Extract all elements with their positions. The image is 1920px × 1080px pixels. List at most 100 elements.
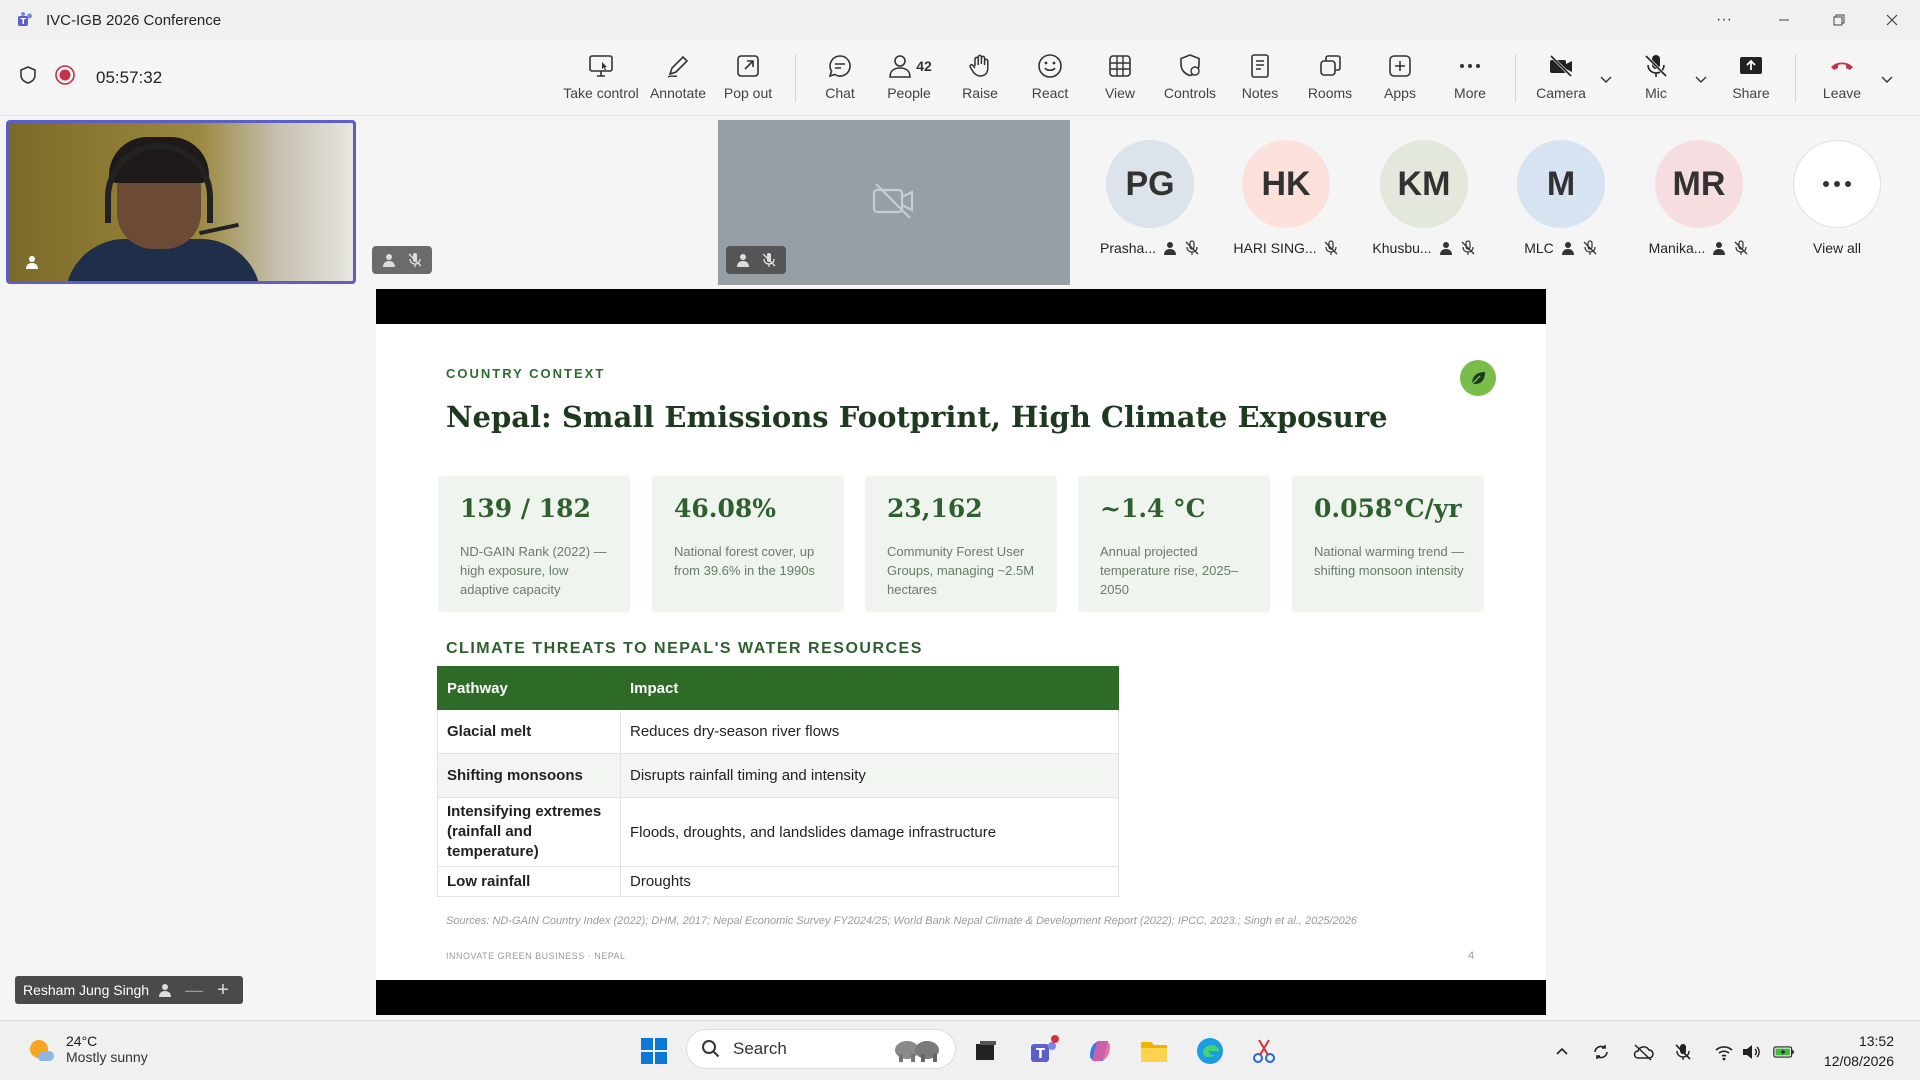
- participant-name: Prasha...: [1099, 240, 1157, 256]
- people-status-icon: [1713, 242, 1726, 255]
- teams-taskbar-icon[interactable]: T: [1026, 1033, 1062, 1069]
- table-row: Low rainfall Droughts: [437, 866, 1119, 897]
- volume-icon[interactable]: [1740, 1041, 1762, 1063]
- people-button[interactable]: 42 People: [874, 52, 944, 108]
- window-title: IVC-IGB 2026 Conference: [46, 11, 222, 29]
- take-control-button[interactable]: Take control: [563, 52, 639, 108]
- weather-condition: Mostly sunny: [66, 1049, 148, 1065]
- view-button[interactable]: View: [1085, 52, 1155, 108]
- chat-button[interactable]: Chat: [805, 52, 875, 108]
- mic-muted-icon: [408, 253, 422, 267]
- zoom-in-icon[interactable]: +: [217, 979, 229, 1002]
- people-status-icon: [737, 254, 749, 267]
- participant-tile[interactable]: MR Manika...: [1631, 140, 1767, 270]
- mic-options-chevron-icon[interactable]: [1692, 70, 1710, 88]
- video-tile-camera-off[interactable]: [718, 120, 1070, 285]
- stat-card: 23,162 Community Forest User Groups, man…: [865, 476, 1057, 612]
- meeting-toolbar: 05:57:32 Take control Annotate Pop out C…: [0, 40, 1920, 116]
- minimize-button[interactable]: [1756, 0, 1812, 40]
- people-status-icon: [159, 984, 172, 997]
- slide-page-number: 4: [1468, 950, 1475, 962]
- rooms-button[interactable]: Rooms: [1295, 52, 1365, 108]
- video-tile-self[interactable]: [6, 120, 356, 284]
- title-bar: T IVC-IGB 2026 Conference ···: [0, 0, 1920, 40]
- participant-tile[interactable]: PG Prasha...: [1082, 140, 1218, 270]
- participant-tile[interactable]: KM Khusbu...: [1356, 140, 1492, 270]
- mic-muted-icon: [1461, 240, 1475, 255]
- stat-description: Community Forest User Groups, managing ~…: [887, 544, 1035, 597]
- taskbar: 24°C Mostly sunny Search T 13:52 12/08/2…: [0, 1020, 1920, 1080]
- leave-button[interactable]: Leave: [1807, 52, 1877, 108]
- wifi-icon[interactable]: [1713, 1041, 1735, 1063]
- share-button[interactable]: Share: [1716, 52, 1786, 108]
- shared-screen: COUNTRY CONTEXT Nepal: Small Emissions F…: [376, 289, 1546, 1015]
- mic-muted-icon: [762, 253, 776, 267]
- taskbar-search[interactable]: Search: [686, 1029, 956, 1069]
- camera-button[interactable]: Camera: [1526, 52, 1596, 108]
- stat-value: 0.058°C/yr: [1314, 494, 1462, 523]
- file-explorer-icon[interactable]: [1136, 1033, 1172, 1069]
- stat-description: National warming trend — shifting monsoo…: [1314, 544, 1465, 578]
- apps-button[interactable]: Apps: [1365, 52, 1435, 108]
- snipping-tool-icon[interactable]: [1246, 1033, 1282, 1069]
- notes-icon: [1251, 54, 1269, 78]
- controls-button[interactable]: Controls: [1155, 52, 1225, 108]
- pathway-cell: Glacial melt: [437, 709, 621, 754]
- table-row: Intensifying extremes (rainfall and temp…: [437, 797, 1119, 867]
- stat-description: Annual projected temperature rise, 2025–…: [1100, 544, 1239, 597]
- task-view-icon[interactable]: [968, 1033, 1004, 1069]
- notes-button[interactable]: Notes: [1225, 52, 1295, 108]
- windows-start-icon[interactable]: [636, 1033, 672, 1069]
- mic-muted-tray-icon[interactable]: [1672, 1041, 1694, 1063]
- participant-tile[interactable]: HK HARI SING...: [1218, 140, 1354, 270]
- zoom-out-icon[interactable]: —: [185, 980, 203, 1001]
- restore-button[interactable]: [1811, 0, 1867, 40]
- sun-icon: [30, 1040, 54, 1061]
- participant-name: MLC: [1524, 240, 1554, 256]
- presentation-slide: COUNTRY CONTEXT Nepal: Small Emissions F…: [376, 324, 1546, 980]
- search-placeholder: Search: [733, 1039, 787, 1058]
- react-button[interactable]: React: [1015, 52, 1085, 108]
- weather-temp: 24°C: [66, 1033, 98, 1049]
- annotate-button[interactable]: Annotate: [643, 52, 713, 108]
- leave-options-chevron-icon[interactable]: [1878, 70, 1896, 88]
- view-all-participants-button[interactable]: View all: [1769, 140, 1905, 270]
- cloud-offline-icon[interactable]: [1632, 1041, 1654, 1063]
- mic-muted-icon: [1185, 240, 1199, 255]
- mic-button[interactable]: Mic: [1621, 52, 1691, 108]
- grid-icon: [1109, 55, 1131, 77]
- tile-controls: [372, 246, 432, 274]
- raise-hand-button[interactable]: Raise: [945, 52, 1015, 108]
- close-button[interactable]: [1864, 0, 1920, 40]
- smiley-icon: [1038, 54, 1062, 78]
- sync-icon[interactable]: [1590, 1041, 1612, 1063]
- weather-widget[interactable]: 24°C Mostly sunny: [26, 1033, 148, 1065]
- people-count: 42: [916, 58, 932, 74]
- camera-options-chevron-icon[interactable]: [1597, 70, 1615, 88]
- copilot-icon[interactable]: [1082, 1033, 1118, 1069]
- clock-time: 13:52: [1858, 1033, 1894, 1049]
- stat-value: ~1.4 °C: [1100, 494, 1206, 523]
- battery-charging-icon[interactable]: [1773, 1041, 1795, 1063]
- plus-square-icon: [1389, 55, 1411, 77]
- taskbar-clock[interactable]: 13:52 12/08/2026: [1810, 1031, 1894, 1071]
- more-button[interactable]: More: [1435, 52, 1505, 108]
- window-more-icon[interactable]: ···: [1696, 0, 1752, 40]
- shield-icon[interactable]: [18, 65, 38, 90]
- elephants-decoration-icon: [895, 1041, 939, 1062]
- recording-icon: [54, 64, 76, 91]
- participant-tile[interactable]: M MLC: [1493, 140, 1629, 270]
- people-status-icon: [1439, 242, 1452, 255]
- stat-value: 139 / 182: [460, 494, 591, 523]
- pop-out-button[interactable]: Pop out: [713, 52, 783, 108]
- edge-browser-icon[interactable]: [1192, 1033, 1228, 1069]
- pathway-cell: Low rainfall: [437, 866, 621, 897]
- people-status-icon: [1164, 242, 1177, 255]
- table-header-row: Pathway Impact: [437, 666, 1119, 710]
- impact-cell: Floods, droughts, and landslides damage …: [620, 797, 1119, 867]
- avatar: KM: [1380, 140, 1468, 228]
- avatar: PG: [1106, 140, 1194, 228]
- people-status-icon: [1561, 242, 1574, 255]
- mic-muted-icon: [1324, 240, 1338, 255]
- show-hidden-icons-chevron-icon[interactable]: [1551, 1041, 1573, 1063]
